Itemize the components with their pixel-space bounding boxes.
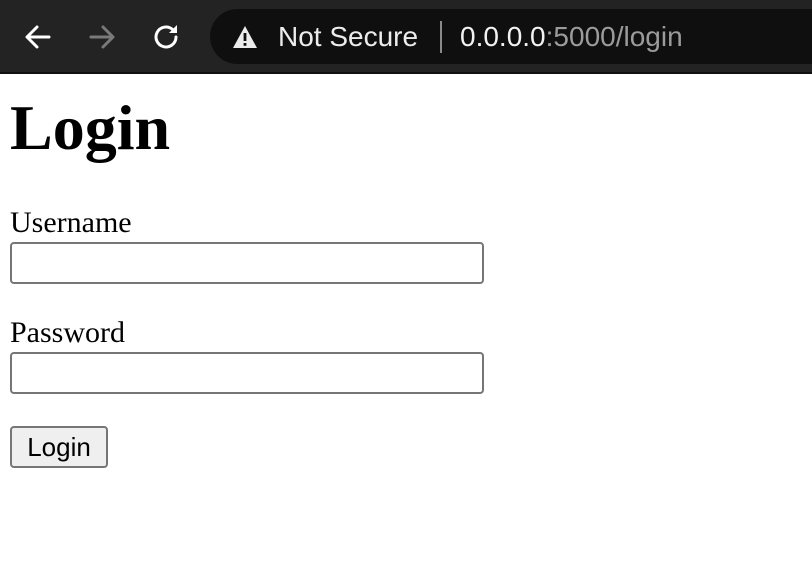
username-input[interactable] (10, 242, 484, 284)
browser-toolbar: Not Secure 0.0.0.0:5000/login (0, 0, 812, 74)
url-path: :5000/login (545, 21, 683, 52)
warning-icon (233, 26, 257, 48)
url-text[interactable]: 0.0.0.0:5000/login (460, 19, 683, 55)
login-page: Login Username Password Login (0, 74, 812, 570)
login-button[interactable]: Login (10, 426, 108, 468)
address-bar[interactable]: Not Secure 0.0.0.0:5000/login (210, 9, 812, 64)
address-divider (440, 21, 442, 53)
url-host: 0.0.0.0 (460, 21, 546, 52)
forward-arrow-icon (89, 25, 115, 49)
forward-button[interactable] (82, 17, 122, 57)
password-label: Password (10, 316, 126, 349)
reload-icon (154, 25, 178, 49)
password-input[interactable] (10, 352, 484, 394)
reload-button[interactable] (146, 17, 186, 57)
security-label[interactable]: Not Secure (278, 19, 418, 55)
username-label: Username (10, 206, 132, 239)
page-title: Login (10, 92, 171, 163)
back-arrow-icon (25, 25, 51, 49)
back-button[interactable] (18, 17, 58, 57)
